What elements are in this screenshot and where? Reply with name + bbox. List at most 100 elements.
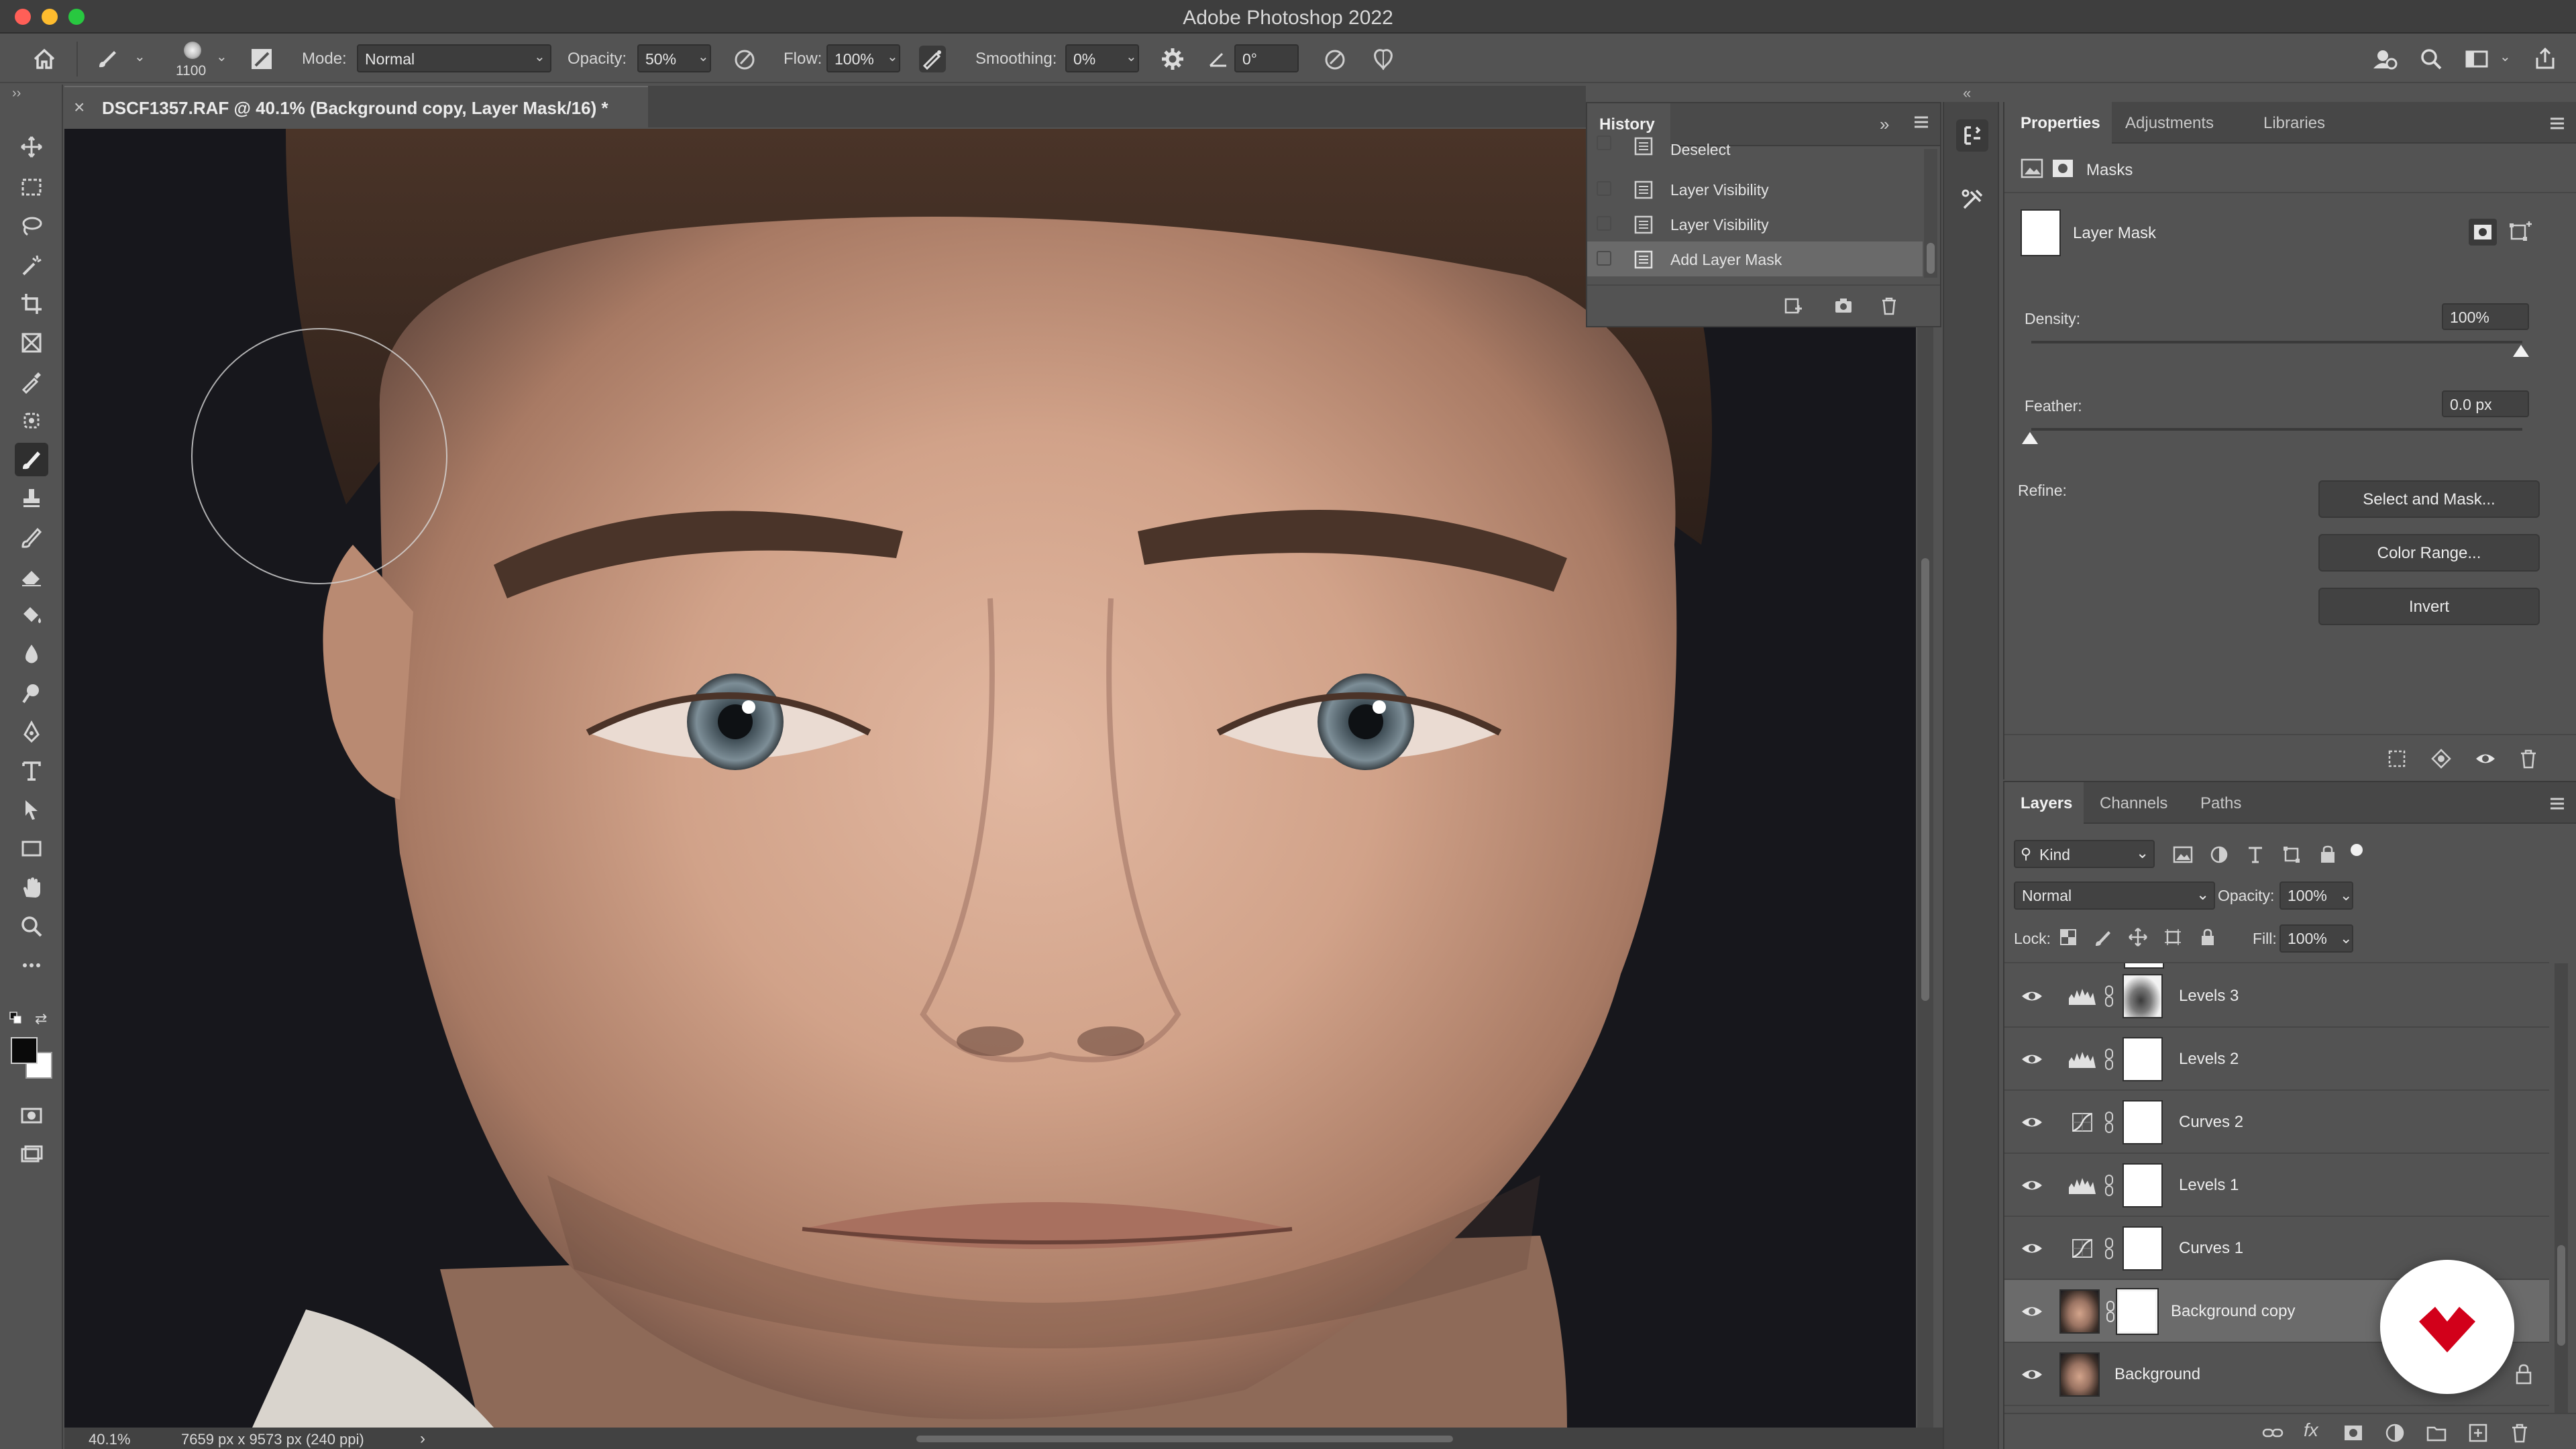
chevron-down-icon[interactable]: ⌄: [534, 50, 546, 64]
trash-icon[interactable]: [2509, 1422, 2530, 1444]
history-scroll-thumb[interactable]: [1927, 243, 1935, 274]
history-item-selected[interactable]: Add Layer Mask: [1587, 241, 1923, 276]
feather-slider[interactable]: [2031, 428, 2522, 431]
gear-icon[interactable]: [1159, 46, 1186, 72]
tab-layers[interactable]: Layers: [2004, 782, 2084, 824]
chevron-down-icon[interactable]: ⌄: [1126, 50, 1138, 64]
airbrush-icon[interactable]: [919, 46, 946, 72]
levels-adjustment-icon[interactable]: [2068, 986, 2097, 1006]
marquee-tool-icon[interactable]: [15, 170, 48, 204]
brush-settings-icon[interactable]: [248, 46, 275, 72]
fx-icon[interactable]: fx: [2304, 1419, 2318, 1441]
eyedropper-tool-icon[interactable]: [15, 365, 48, 398]
history-item[interactable]: Layer Visibility: [1587, 172, 1923, 207]
density-slider[interactable]: [2031, 341, 2522, 343]
lock-all-icon[interactable]: [2198, 927, 2218, 947]
density-slider-handle[interactable]: [2513, 345, 2529, 357]
link-layers-icon[interactable]: [2262, 1422, 2284, 1444]
share-icon[interactable]: [2532, 46, 2559, 72]
filter-smart-object-icon[interactable]: [2317, 844, 2339, 865]
pixel-mask-icon[interactable]: [2021, 158, 2043, 178]
search-icon[interactable]: [2418, 46, 2445, 72]
history-panel-icon[interactable]: [1956, 119, 1988, 152]
tab-adjustments[interactable]: Adjustments: [2125, 102, 2253, 144]
tab-paths[interactable]: Paths: [2200, 782, 2267, 824]
eye-icon[interactable]: [2021, 1366, 2043, 1383]
move-tool-icon[interactable]: [15, 130, 48, 164]
zoom-tool-icon[interactable]: [15, 910, 48, 943]
document-tab[interactable]: × DSCF1357.RAF @ 40.1% (Background copy,…: [64, 86, 648, 127]
new-adjustment-layer-icon[interactable]: [2384, 1422, 2406, 1444]
filter-toggle-icon[interactable]: [2351, 844, 2363, 856]
tab-channels[interactable]: Channels: [2100, 782, 2187, 824]
layer-mask-thumbnail[interactable]: [2116, 1288, 2159, 1335]
filter-adjustment-icon[interactable]: [2208, 844, 2230, 865]
panel-menu-icon[interactable]: [2548, 794, 2567, 813]
filter-pixel-icon[interactable]: [2172, 844, 2194, 865]
eye-icon[interactable]: [2474, 747, 2497, 770]
workspace-icon[interactable]: [2463, 46, 2490, 72]
layer-row[interactable]: Levels 2: [2004, 1028, 2549, 1091]
dodge-tool-icon[interactable]: [15, 676, 48, 710]
history-snapshot-checkbox[interactable]: [1597, 216, 1611, 231]
levels-adjustment-icon[interactable]: [2068, 1175, 2097, 1195]
rectangle-tool-icon[interactable]: [15, 832, 48, 865]
brush-tool-icon[interactable]: [15, 443, 48, 476]
feather-input[interactable]: 0.0 px: [2442, 390, 2529, 417]
tab-libraries[interactable]: Libraries: [2263, 102, 2371, 144]
pressure-size-icon[interactable]: [1322, 46, 1348, 72]
eye-icon[interactable]: [2021, 1114, 2043, 1131]
layer-mask-thumbnail[interactable]: [2123, 1100, 2163, 1144]
link-icon[interactable]: [2105, 1300, 2116, 1323]
history-item[interactable]: Layer Visibility: [1587, 207, 1923, 241]
expand-icon[interactable]: ››: [12, 86, 21, 101]
color-range-button[interactable]: Color Range...: [2318, 534, 2540, 572]
crop-tool-icon[interactable]: [15, 287, 48, 321]
layer-photo-thumbnail[interactable]: [2059, 1352, 2100, 1397]
link-icon[interactable]: [2104, 985, 2114, 1008]
layer-mask-thumbnail[interactable]: [2123, 1037, 2163, 1081]
invert-button[interactable]: Invert: [2318, 588, 2540, 625]
history-snapshot-checkbox[interactable]: [1597, 181, 1611, 196]
levels-adjustment-icon[interactable]: [2068, 1049, 2097, 1069]
add-mask-icon[interactable]: [2343, 1422, 2364, 1444]
chevron-down-icon[interactable]: ⌄: [134, 50, 146, 64]
load-selection-icon[interactable]: [2385, 747, 2408, 770]
panel-menu-icon[interactable]: [1912, 113, 1931, 131]
pen-tool-icon[interactable]: [15, 715, 48, 749]
mode-select[interactable]: Normal: [357, 44, 551, 72]
frame-tool-icon[interactable]: [15, 326, 48, 360]
layer-mask-thumbnail[interactable]: [2021, 209, 2061, 256]
filter-shape-icon[interactable]: [2281, 844, 2302, 865]
pressure-opacity-icon[interactable]: [731, 46, 758, 72]
collapse-dock-icon[interactable]: «: [1963, 85, 1971, 102]
lock-image-pixels-icon[interactable]: [2093, 927, 2113, 947]
layer-mask-thumbnail[interactable]: [2123, 1226, 2163, 1271]
layer-photo-thumbnail[interactable]: [2059, 1289, 2100, 1334]
eraser-tool-icon[interactable]: [15, 559, 48, 593]
curves-adjustment-icon[interactable]: [2068, 1112, 2097, 1132]
history-brush-tool-icon[interactable]: [15, 521, 48, 554]
layer-row[interactable]: Curves 2: [2004, 1091, 2549, 1154]
history-item[interactable]: Deselect: [1587, 136, 1923, 162]
swap-colors-icon[interactable]: ⇄: [35, 1010, 47, 1028]
link-icon[interactable]: [2104, 1174, 2114, 1197]
layer-row[interactable]: Levels 3: [2004, 965, 2549, 1028]
symmetry-icon[interactable]: [1370, 46, 1397, 72]
new-group-icon[interactable]: [2426, 1422, 2447, 1444]
canvas-scroll-thumb[interactable]: [1921, 558, 1929, 1001]
link-icon[interactable]: [2104, 1111, 2114, 1134]
layers-scrollbar[interactable]: [2555, 963, 2568, 1449]
new-layer-icon[interactable]: [2467, 1422, 2489, 1444]
tab-properties[interactable]: Properties: [2004, 102, 2112, 144]
layer-row[interactable]: Levels 1: [2004, 1154, 2549, 1217]
type-tool-icon[interactable]: [15, 754, 48, 788]
camera-icon[interactable]: [1833, 295, 1854, 317]
layer-mask-thumbnail[interactable]: [2123, 974, 2163, 1018]
tools-panel-icon[interactable]: [1956, 184, 1988, 216]
close-icon[interactable]: ×: [74, 97, 85, 118]
eye-icon[interactable]: [2021, 1303, 2043, 1320]
status-menu-icon[interactable]: ›: [420, 1430, 425, 1448]
canvas-horizontal-scroll-thumb[interactable]: [916, 1436, 1453, 1442]
layers-scroll-thumb[interactable]: [2557, 1245, 2565, 1346]
